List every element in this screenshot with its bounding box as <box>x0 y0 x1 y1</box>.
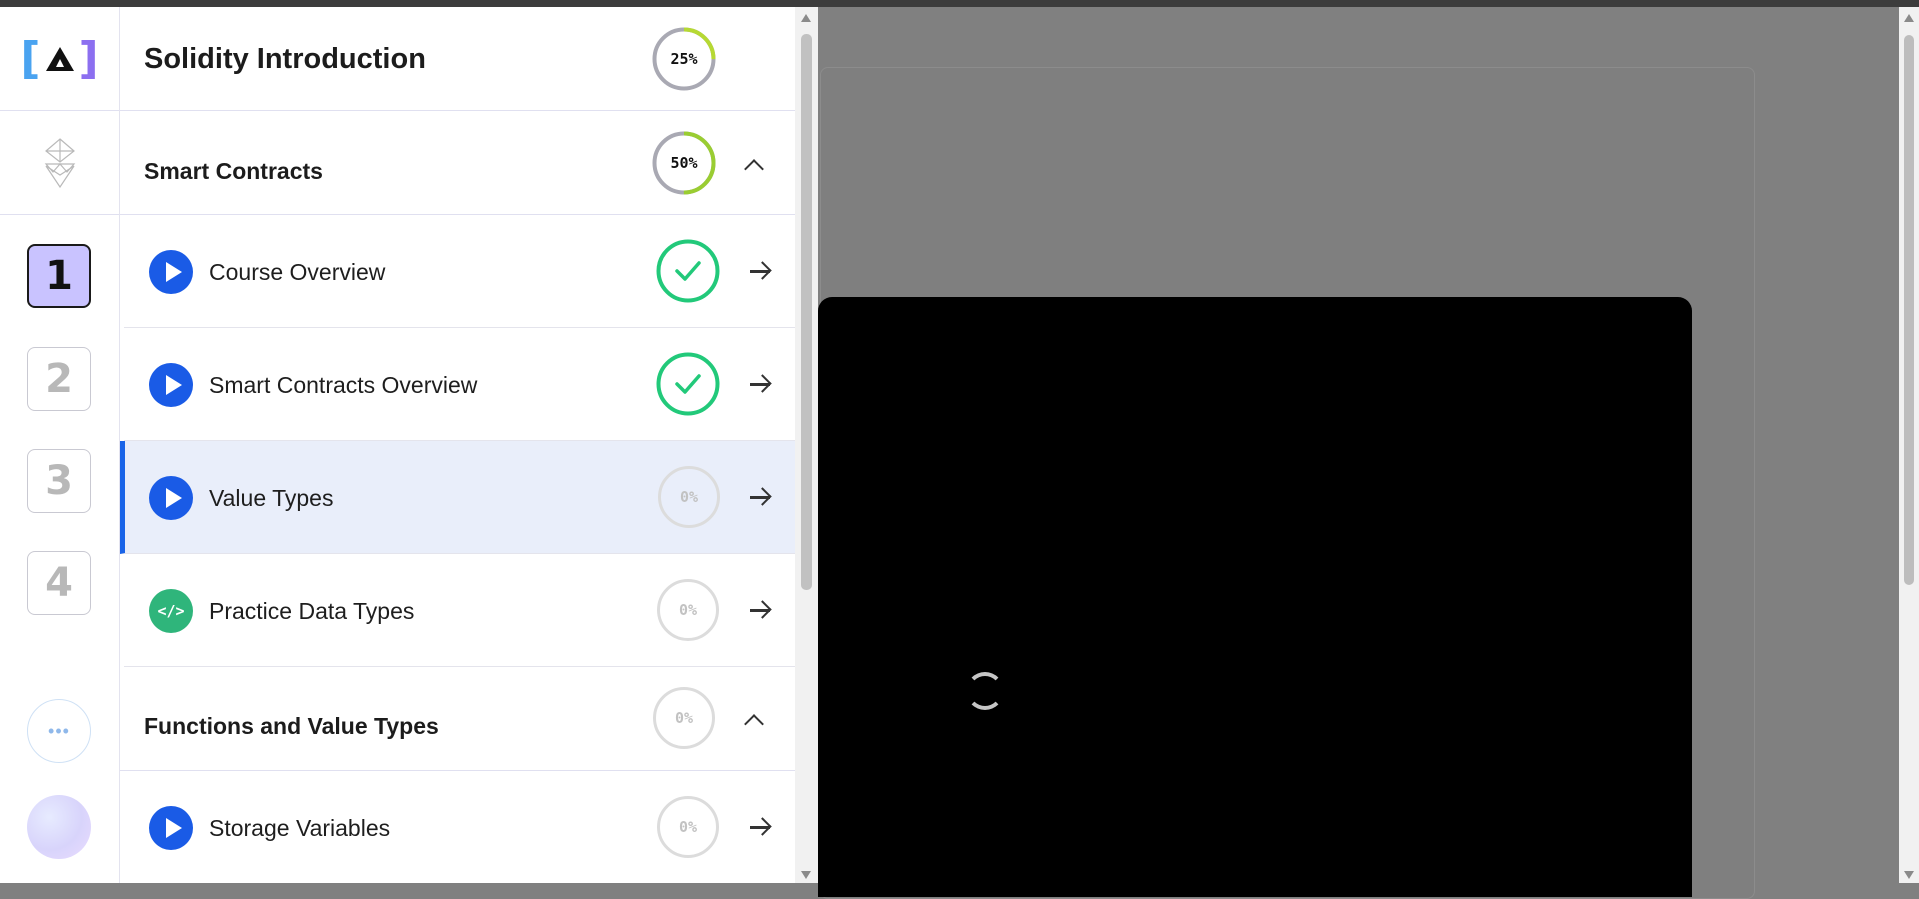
section-title: Functions and Value Types <box>144 713 439 739</box>
play-icon <box>149 806 193 850</box>
logo[interactable]: [] <box>0 7 119 111</box>
lesson-label: Value Types <box>209 485 334 511</box>
section-progress-label: 0% <box>674 709 694 727</box>
alchemy-logo-icon: [] <box>20 33 99 84</box>
scroll-up-icon[interactable] <box>1904 14 1914 22</box>
section-button-4[interactable]: 4 <box>27 551 91 615</box>
course-progress-label: 25% <box>670 50 698 68</box>
arrow-right-icon[interactable] <box>750 383 770 386</box>
ellipsis-icon: ••• <box>48 720 70 741</box>
lesson-progress-ring: 0% <box>656 795 720 859</box>
course-title: Solidity Introduction <box>144 43 426 75</box>
course-panel: Solidity Introduction 25% Smart Contract… <box>120 7 795 883</box>
lesson-label: Practice Data Types <box>209 598 415 624</box>
ethereum-icon <box>44 137 75 188</box>
play-icon <box>149 250 193 294</box>
play-icon <box>149 363 193 407</box>
more-options-button[interactable]: ••• <box>27 699 91 763</box>
section-rail: [] 1 2 3 4 ••• <box>0 7 120 883</box>
panel-scrollbar[interactable] <box>795 7 818 883</box>
arrow-right-icon[interactable] <box>750 270 770 273</box>
loading-spinner-icon <box>966 672 1004 710</box>
section-title: Smart Contracts <box>144 158 323 184</box>
lesson-row-value-types[interactable]: Value Types 0% <box>120 441 795 554</box>
lesson-complete-ring <box>656 239 720 303</box>
scroll-down-icon[interactable] <box>801 871 811 879</box>
lesson-row-storage-variables[interactable]: Storage Variables 0% <box>124 771 795 883</box>
scrollbar-thumb[interactable] <box>1904 35 1914 585</box>
lesson-row-practice-data-types[interactable]: </> Practice Data Types 0% <box>124 554 795 667</box>
section-header-functions-and-value-types[interactable]: Functions and Value Types 0% <box>120 667 795 771</box>
section-button-2[interactable]: 2 <box>27 347 91 411</box>
browser-top-bar <box>0 0 1919 7</box>
lesson-row-smart-contracts-overview[interactable]: Smart Contracts Overview <box>124 328 795 441</box>
section-progress-ring: 0% <box>652 686 716 750</box>
section-header-smart-contracts[interactable]: Smart Contracts 50% <box>120 111 795 215</box>
page-scrollbar[interactable] <box>1899 7 1919 883</box>
section-button-1[interactable]: 1 <box>27 244 91 308</box>
code-icon: </> <box>149 589 193 633</box>
lesson-progress-ring: 0% <box>657 465 721 529</box>
video-player[interactable] <box>818 297 1692 897</box>
course-progress-ring: 25% <box>652 27 716 91</box>
section-progress-ring: 50% <box>652 131 716 195</box>
arrow-right-icon[interactable] <box>750 826 770 829</box>
chevron-up-icon[interactable] <box>744 714 764 734</box>
scrollbar-thumb[interactable] <box>801 34 812 590</box>
lesson-label: Smart Contracts Overview <box>209 372 478 398</box>
ethereum-icon-cell <box>0 111 119 215</box>
scroll-up-icon[interactable] <box>801 14 811 22</box>
arrow-right-icon[interactable] <box>750 609 770 612</box>
chevron-up-icon[interactable] <box>744 159 764 179</box>
lesson-progress-label: 0% <box>678 818 698 836</box>
check-icon <box>656 352 720 416</box>
play-icon <box>149 476 193 520</box>
lesson-label: Course Overview <box>209 259 386 285</box>
section-button-3[interactable]: 3 <box>27 449 91 513</box>
scroll-down-icon[interactable] <box>1904 871 1914 879</box>
lesson-progress-label: 0% <box>678 601 698 619</box>
lesson-label: Storage Variables <box>209 815 391 841</box>
lesson-complete-ring <box>656 352 720 416</box>
section-progress-label: 50% <box>670 154 698 172</box>
lesson-progress-ring: 0% <box>656 578 720 642</box>
check-icon <box>656 239 720 303</box>
user-avatar[interactable] <box>27 795 91 859</box>
course-header: Solidity Introduction 25% <box>120 7 795 111</box>
lesson-row-course-overview[interactable]: Course Overview <box>124 215 795 328</box>
arrow-right-icon[interactable] <box>750 496 770 499</box>
lesson-progress-label: 0% <box>679 488 699 506</box>
